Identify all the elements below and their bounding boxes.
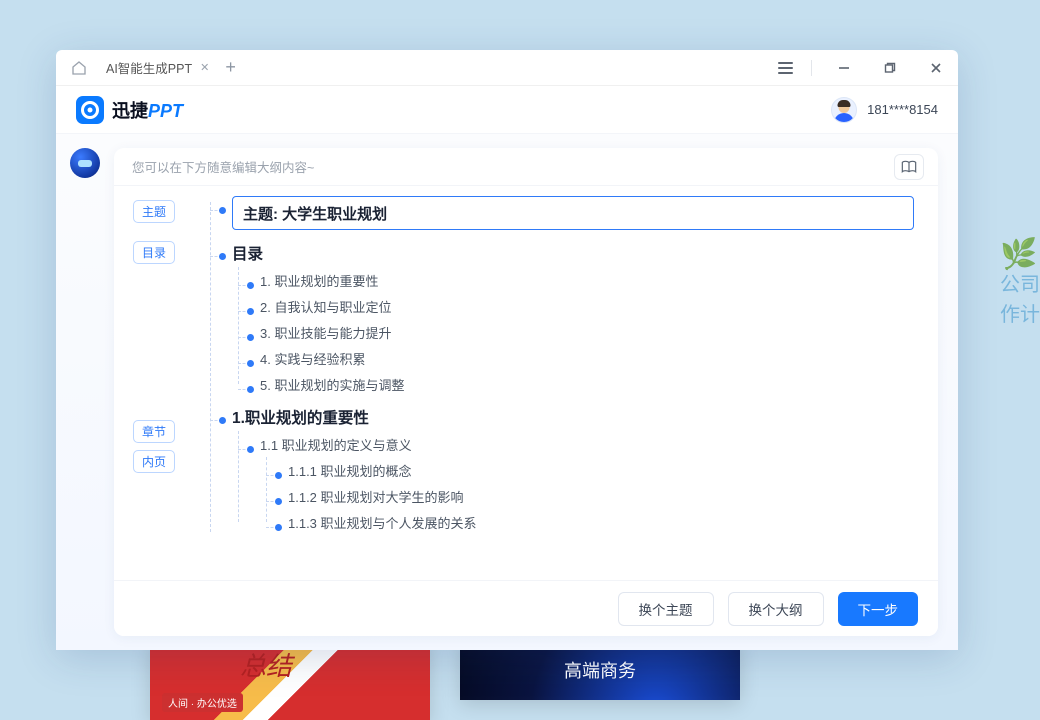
gutter-label-chapter: 章节 [133,420,175,443]
tab-label: AI智能生成PPT [106,58,192,77]
outline-wrap: 主题 目录 章节 内页 目录 [114,186,938,580]
node-chapter-1: 1.职业规划的重要性 1.1 职业规划的定义与意义 1.1.1 职业规划的概念 … [222,406,920,532]
bg-tile-red: 总结 [150,640,430,720]
tab-close-icon[interactable]: ✕ [200,61,209,74]
node-dot-icon [247,446,254,453]
logo[interactable]: 迅捷PPT [76,96,183,124]
divider [811,60,812,76]
outline-scroll[interactable]: 目录 1. 职业规划的重要性 2. 自我认知与职业定位 3. 职业技能与能力提升… [204,186,938,580]
node-dot-icon [275,498,282,505]
workspace: 您可以在下方随意编辑大纲内容~ 主题 目录 章节 内页 [56,134,958,650]
node-dot-icon [219,207,226,214]
panel-hint: 您可以在下方随意编辑大纲内容~ [132,157,314,176]
user-phone: 181****8154 [867,102,938,117]
node-toc: 目录 1. 职业规划的重要性 2. 自我认知与职业定位 3. 职业技能与能力提升… [222,242,920,394]
background-decor: 🌿 公司全 作计划 [1000,240,1040,330]
node-dot-icon [247,334,254,341]
node-dot-icon [219,417,226,424]
assistant-column [70,148,102,636]
user-box[interactable]: 181****8154 [831,97,938,123]
assistant-avatar-icon [70,148,100,178]
next-button[interactable]: 下一步 [838,592,919,626]
gutter-label-topic: 主题 [133,200,175,223]
change-outline-button[interactable]: 换个大纲 [728,592,824,626]
node-dot-icon [247,360,254,367]
toc-heading: 目录 [232,242,920,264]
toc-item[interactable]: 5. 职业规划的实施与调整 [250,375,920,394]
change-topic-button[interactable]: 换个主题 [618,592,714,626]
outline-panel: 您可以在下方随意编辑大纲内容~ 主题 目录 章节 内页 [114,148,938,636]
section-item[interactable]: 1.1 职业规划的定义与意义 1.1.1 职业规划的概念 1.1.2 职业规划对… [250,435,920,532]
app-window: AI智能生成PPT ✕ + 迅捷PPT 181****8154 您可以在 [56,50,958,650]
subsection-item[interactable]: 1.1.3 职业规划与个人发展的关系 [278,513,920,532]
gutter-label-toc: 目录 [133,241,175,264]
node-dot-icon [219,253,226,260]
gutter: 主题 目录 章节 内页 [114,186,204,580]
panel-head: 您可以在下方随意编辑大纲内容~ [114,148,938,186]
toc-item[interactable]: 3. 职业技能与能力提升 [250,323,920,342]
background-tiles: 总结 高端商务 [150,640,740,720]
chapter-heading[interactable]: 1.职业规划的重要性 [232,406,920,428]
subsection-item[interactable]: 1.1.2 职业规划对大学生的影响 [278,487,920,506]
node-dot-icon [275,472,282,479]
new-tab-button[interactable]: + [225,57,236,78]
toc-item[interactable]: 2. 自我认知与职业定位 [250,297,920,316]
outline-tree: 目录 1. 职业规划的重要性 2. 自我认知与职业定位 3. 职业技能与能力提升… [204,196,920,532]
toc-item[interactable]: 1. 职业规划的重要性 [250,271,920,290]
toc-item[interactable]: 4. 实践与经验积累 [250,349,920,368]
app-header: 迅捷PPT 181****8154 [56,86,958,134]
gutter-label-inner: 内页 [133,450,175,473]
maximize-button[interactable] [876,62,904,74]
close-button[interactable] [922,62,950,74]
avatar [831,97,857,123]
book-button[interactable] [894,154,924,180]
window-controls [778,60,950,76]
titlebar: AI智能生成PPT ✕ + [56,50,958,86]
logo-icon [76,96,104,124]
node-dot-icon [247,308,254,315]
title-input[interactable] [232,196,914,230]
menu-button[interactable] [778,62,793,74]
tab-ai-ppt[interactable]: AI智能生成PPT ✕ [96,54,215,82]
node-dot-icon [275,524,282,531]
minimize-button[interactable] [830,62,858,74]
subsection-item[interactable]: 1.1.1 职业规划的概念 [278,461,920,480]
home-button[interactable] [66,55,92,81]
node-dot-icon [247,386,254,393]
panel-footer: 换个主题 换个大纲 下一步 [114,580,938,636]
node-title [222,196,920,230]
node-dot-icon [247,282,254,289]
